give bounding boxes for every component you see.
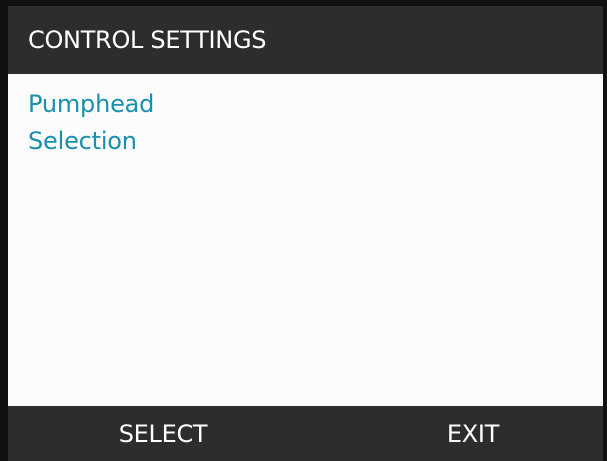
- menu-item-pumphead-selection[interactable]: Pumphead Selection: [28, 86, 154, 160]
- select-softkey[interactable]: SELECT: [78, 406, 248, 461]
- select-softkey-label: SELECT: [118, 419, 208, 448]
- exit-softkey-label: EXIT: [446, 419, 500, 448]
- screen-header: CONTROL SETTINGS: [8, 6, 603, 74]
- softkey-bar: SELECT EXIT: [8, 406, 603, 461]
- menu-item-label-line2: Selection: [28, 127, 137, 155]
- screen-title: CONTROL SETTINGS: [28, 26, 267, 54]
- exit-softkey[interactable]: EXIT: [408, 406, 538, 461]
- menu-area: Pumphead Selection: [8, 74, 603, 406]
- device-screen: CONTROL SETTINGS Pumphead Selection SELE…: [0, 0, 607, 461]
- menu-item-label-line1: Pumphead: [28, 90, 155, 118]
